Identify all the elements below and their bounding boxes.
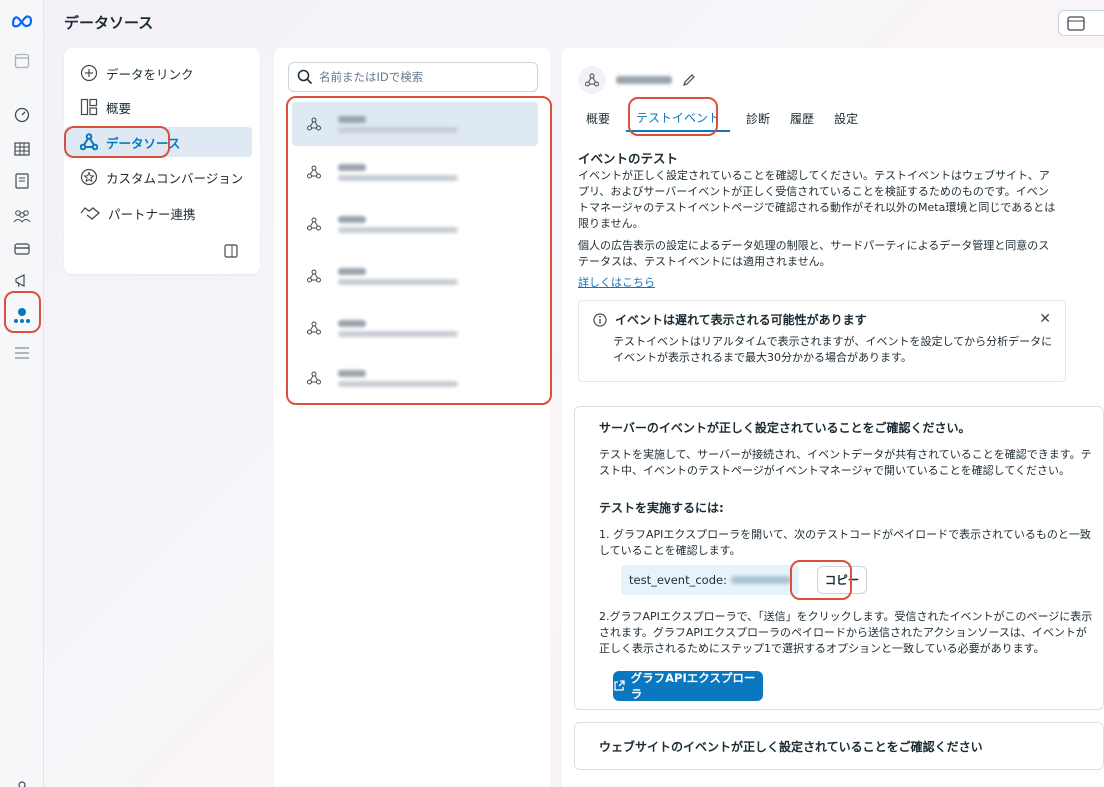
notice-title: イベントは遅れて表示される可能性があります	[615, 313, 867, 327]
data-sources-icon	[80, 133, 98, 151]
tab-history[interactable]: 履歴	[780, 104, 824, 132]
tab-bar: 概要 テストイベント 診断 履歴 設定	[576, 104, 868, 132]
menu-icon[interactable]	[0, 340, 44, 366]
list-item-text	[338, 212, 458, 237]
section-title: イベントのテスト	[578, 151, 679, 166]
list-item[interactable]	[292, 356, 538, 400]
table-icon[interactable]	[0, 136, 44, 162]
nav-item-label: カスタムコンバージョン	[106, 170, 244, 186]
test-code-row: test_event_code: コピー	[621, 565, 867, 595]
step-2: 2.グラフAPIエクスプローラで、「送信」をクリックします。受信されたイベントが…	[599, 610, 1093, 655]
left-rail	[0, 0, 44, 787]
meta-logo-icon[interactable]	[0, 8, 44, 34]
server-events-box: サーバーのイベントが正しく設定されていることをご確認ください。 テストを実施して…	[574, 406, 1104, 710]
notice-body: テストイベントはリアルタイムで表示されますが、イベントを設定してから分析データに…	[613, 335, 1053, 364]
nav-item-partner-integrations[interactable]: パートナー連携	[76, 198, 252, 228]
test-code-value	[730, 576, 791, 584]
intro-paragraph: イベントが正しく設定されていることを確認してください。テストイベントはウェブサイ…	[578, 169, 1056, 230]
search-icon	[297, 69, 313, 85]
pencil-icon[interactable]	[682, 73, 696, 87]
nav-item-label: パートナー連携	[108, 206, 196, 222]
card-icon[interactable]	[0, 236, 44, 262]
link-data-label: データをリンク	[106, 66, 194, 82]
copy-button[interactable]: コピー	[816, 566, 867, 594]
dataset-icon	[300, 314, 328, 342]
page-title: データソース	[64, 14, 154, 32]
link-data-button[interactable]: データをリンク	[76, 58, 252, 88]
website-events-title: ウェブサイトのイベントが正しく設定されていることをご確認ください	[599, 739, 983, 754]
step-1: 1. グラフAPIエクスプローラを開いて、次のテストコードがペイロードで表示され…	[599, 528, 1091, 557]
nav-item-label: データソース	[106, 135, 181, 151]
dataset-icon	[300, 210, 328, 238]
dataset-icon	[300, 158, 328, 186]
graph-api-explorer-button[interactable]: グラフAPIエクスプローラ	[613, 671, 763, 701]
nav-card: データをリンク 概要 データソース カスタムコンバージョン パートナー連携	[64, 48, 260, 274]
search-input[interactable]: 名前またはIDで検索	[288, 62, 538, 92]
learn-more-link[interactable]: 詳しくはこちら	[578, 276, 655, 289]
data-source-list: 名前またはIDで検索	[274, 48, 550, 787]
dataset-icon	[300, 262, 328, 290]
tab-settings[interactable]: 設定	[824, 104, 868, 132]
list-item-text	[338, 112, 458, 137]
gauge-icon[interactable]	[0, 102, 44, 128]
dataset-header	[578, 66, 696, 94]
dataset-name	[616, 76, 672, 84]
server-title: サーバーのイベントが正しく設定されていることをご確認ください。	[599, 421, 971, 435]
nav-item-overview[interactable]: 概要	[76, 92, 252, 122]
settings-icon[interactable]	[0, 772, 44, 787]
website-events-box[interactable]: ウェブサイトのイベントが正しく設定されていることをご確認ください	[574, 722, 1104, 770]
privacy-paragraph: 個人の広告表示の設定によるデータ処理の制限と、サードパーティによるデータ管理と同…	[578, 239, 1050, 268]
list-item[interactable]	[292, 102, 538, 146]
server-paragraph: テストを実施して、サーバーが接続され、イベントデータが共有されていることを確認で…	[599, 448, 1092, 477]
list-item[interactable]	[292, 150, 538, 194]
tab-overview[interactable]: 概要	[576, 104, 620, 132]
nav-item-label: 概要	[106, 100, 132, 116]
list-item[interactable]	[292, 306, 538, 350]
data-sources-icon[interactable]	[0, 302, 44, 328]
document-icon[interactable]	[0, 168, 44, 194]
list-item-text	[338, 316, 458, 341]
external-link-icon	[614, 680, 625, 691]
delay-notice: イベントは遅れて表示される可能性があります テストイベントはリアルタイムで表示さ…	[578, 300, 1066, 382]
how-to-title: テストを実施するには:	[599, 501, 724, 515]
layout-icon	[80, 98, 98, 116]
tab-test-events[interactable]: テストイベント	[626, 104, 731, 132]
nav-item-custom-conversions[interactable]: カスタムコンバージョン	[76, 162, 252, 192]
people-icon[interactable]	[0, 203, 44, 229]
info-icon	[593, 312, 607, 327]
list-item[interactable]	[292, 254, 538, 298]
tab-diagnostics[interactable]: 診断	[736, 104, 780, 132]
list-item-text	[338, 264, 458, 289]
star-circle-icon	[80, 168, 98, 186]
megaphone-icon[interactable]	[0, 268, 44, 294]
list-item-text	[338, 366, 458, 391]
calendar-button[interactable]	[1058, 10, 1104, 36]
collapse-panel-icon[interactable]	[224, 244, 238, 261]
graph-api-explorer-label: グラフAPIエクスプローラ	[630, 671, 756, 701]
search-placeholder: 名前またはIDで検索	[319, 70, 424, 84]
list-item[interactable]	[292, 202, 538, 246]
test-code-field: test_event_code:	[621, 565, 799, 595]
detail-panel: 概要 テストイベント 診断 履歴 設定 イベントのテスト イベントが正しく設定さ…	[562, 48, 1104, 787]
handshake-icon	[80, 207, 100, 220]
list-item-text	[338, 160, 458, 185]
page-icon[interactable]	[0, 48, 44, 74]
test-code-label: test_event_code:	[629, 573, 727, 587]
calendar-icon	[1067, 16, 1085, 31]
dataset-icon	[578, 66, 606, 94]
dataset-icon	[300, 364, 328, 392]
plus-circle-icon	[80, 64, 98, 82]
dataset-icon	[300, 110, 328, 138]
nav-item-data-sources[interactable]: データソース	[64, 127, 252, 157]
close-icon[interactable]: ✕	[1039, 311, 1051, 327]
